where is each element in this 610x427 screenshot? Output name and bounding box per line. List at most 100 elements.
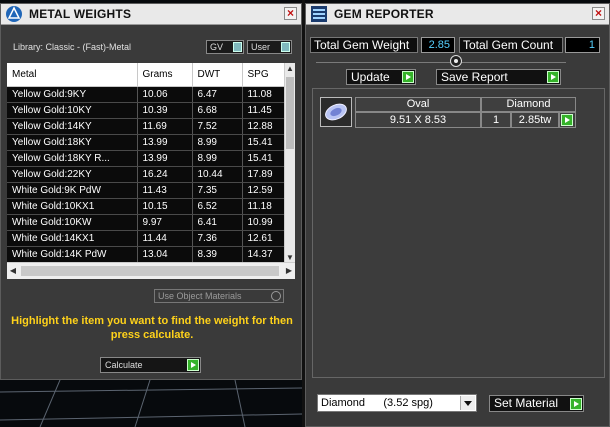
metal-name-cell: White Gold:14KX1 — [7, 230, 138, 247]
metal-weights-titlebar: METAL WEIGHTS × — [1, 4, 301, 25]
metal-table-header: Metal Grams DWT SPG — [7, 63, 286, 87]
user-toggle[interactable]: User — [247, 40, 292, 54]
slider-knob[interactable] — [450, 55, 462, 67]
gem-count-value: 1 — [481, 112, 511, 128]
total-gem-weight-label: Total Gem Weight — [310, 37, 418, 53]
metal-name-cell: Yellow Gold:18KY — [7, 134, 138, 151]
dwt-cell: 8.99 — [192, 134, 243, 151]
metal-row[interactable]: Yellow Gold:10KY 10.39 6.68 11.45 — [7, 102, 286, 119]
dwt-cell: 7.35 — [192, 182, 243, 199]
spg-cell: 17.89 — [242, 166, 286, 183]
grams-cell: 10.39 — [137, 102, 193, 119]
metal-table-horizontal-scrollbar[interactable]: ◀ ▶ — [7, 262, 295, 279]
grams-cell: 10.15 — [137, 198, 193, 215]
metal-weights-icon — [6, 6, 22, 22]
user-toggle-switch — [281, 42, 290, 52]
metal-row[interactable]: Yellow Gold:22KY 16.24 10.44 17.89 — [7, 166, 286, 183]
dwt-cell: 6.52 — [192, 198, 243, 215]
spg-cell: 10.99 — [242, 214, 286, 231]
column-header-dwt[interactable]: DWT — [192, 63, 243, 87]
metal-row[interactable]: Yellow Gold:18KY 13.99 8.99 15.41 — [7, 134, 286, 151]
column-header-metal[interactable]: Metal — [7, 63, 138, 87]
grams-cell: 10.06 — [137, 86, 193, 103]
total-gem-count-label: Total Gem Count — [459, 37, 563, 53]
metal-row[interactable]: Yellow Gold:9KY 10.06 6.47 11.08 — [7, 86, 286, 103]
use-object-materials-radio-icon — [271, 291, 281, 301]
spg-cell: 12.61 — [242, 230, 286, 247]
chevron-down-icon — [460, 396, 475, 410]
gv-toggle-label: GV — [210, 42, 224, 52]
total-gem-weight-value: 2.85 — [421, 37, 455, 53]
gem-shape-header: Oval — [355, 97, 481, 112]
dwt-cell: 7.52 — [192, 118, 243, 135]
grams-cell: 13.99 — [137, 134, 193, 151]
metal-row[interactable]: White Gold:9K PdW 11.43 7.35 12.59 — [7, 182, 286, 199]
material-select[interactable]: Diamond (3.52 spg) — [317, 394, 477, 412]
grams-cell: 11.69 — [137, 118, 193, 135]
set-material-play-icon — [570, 398, 582, 410]
metal-row[interactable]: White Gold:10KX1 10.15 6.52 11.18 — [7, 198, 286, 215]
dwt-cell: 6.47 — [192, 86, 243, 103]
dwt-cell: 6.68 — [192, 102, 243, 119]
spg-cell: 11.18 — [242, 198, 286, 215]
column-header-spg[interactable]: SPG — [242, 63, 286, 87]
gem-reporter-title: GEM REPORTER — [334, 7, 434, 21]
gem-reporter-titlebar: GEM REPORTER × — [306, 4, 609, 25]
metal-row[interactable]: White Gold:14K PdW 13.04 8.39 14.37 — [7, 246, 286, 263]
save-report-label: Save Report — [441, 70, 508, 84]
gv-toggle[interactable]: GV — [206, 40, 244, 54]
metal-row[interactable]: Yellow Gold:18KY R... 13.99 8.99 15.41 — [7, 150, 286, 167]
use-object-materials-checkbox[interactable]: Use Object Materials — [154, 289, 284, 303]
metal-table-vertical-scrollbar[interactable]: ▲ ▼ — [284, 63, 295, 263]
scroll-up-arrow-icon[interactable]: ▲ — [285, 64, 295, 73]
oval-gem-icon — [325, 103, 347, 121]
grams-cell: 13.04 — [137, 246, 193, 263]
viewport-grid-background — [0, 380, 302, 427]
gem-material-header: Diamond — [481, 97, 576, 112]
horizontal-scroll-thumb[interactable] — [21, 266, 279, 276]
scroll-right-arrow-icon[interactable]: ▶ — [284, 266, 294, 275]
library-label: Library: Classic - (Fast)-Metal — [13, 42, 132, 52]
dwt-cell: 6.41 — [192, 214, 243, 231]
metal-row[interactable]: Yellow Gold:14KY 11.69 7.52 12.88 — [7, 118, 286, 135]
spg-cell: 15.41 — [242, 150, 286, 167]
dwt-cell: 10.44 — [192, 166, 243, 183]
user-toggle-label: User — [251, 42, 271, 52]
total-gem-count-value: 1 — [565, 37, 600, 53]
metal-row[interactable]: White Gold:14KX1 11.44 7.36 12.61 — [7, 230, 286, 247]
metal-row[interactable]: White Gold:10KW 9.97 6.41 10.99 — [7, 214, 286, 231]
metal-table: Metal Grams DWT SPG Yellow Gold:9KY 10.06… — [7, 63, 295, 279]
gem-select-play-icon — [561, 114, 573, 126]
gem-reporter-icon — [311, 6, 327, 22]
save-report-play-icon — [547, 71, 559, 83]
grams-cell: 11.43 — [137, 182, 193, 199]
calculate-play-icon — [187, 359, 199, 371]
help-text: Highlight the item you want to find the … — [11, 315, 293, 341]
scroll-left-arrow-icon[interactable]: ◀ — [8, 266, 18, 275]
update-play-icon — [402, 71, 414, 83]
spg-cell: 12.88 — [242, 118, 286, 135]
metal-name-cell: Yellow Gold:18KY R... — [7, 150, 138, 167]
metal-weights-close-button[interactable]: × — [284, 7, 297, 20]
spg-cell: 14.37 — [242, 246, 286, 263]
scroll-down-arrow-icon[interactable]: ▼ — [285, 253, 295, 262]
vertical-scroll-thumb[interactable] — [286, 77, 294, 149]
gem-reporter-close-button[interactable]: × — [592, 7, 605, 20]
set-material-button[interactable]: Set Material — [489, 395, 584, 412]
update-button[interactable]: Update — [346, 69, 416, 85]
use-object-materials-label: Use Object Materials — [158, 291, 242, 301]
grams-cell: 9.97 — [137, 214, 193, 231]
gem-select-button[interactable] — [559, 112, 576, 128]
slider-track — [316, 62, 566, 63]
set-material-label: Set Material — [494, 396, 559, 410]
dwt-cell: 8.39 — [192, 246, 243, 263]
update-label: Update — [351, 70, 390, 84]
grams-cell: 13.99 — [137, 150, 193, 167]
column-header-grams[interactable]: Grams — [137, 63, 193, 87]
gem-reporter-panel: GEM REPORTER × Total Gem Weight 2.85 Tot… — [305, 3, 610, 427]
dwt-cell: 8.99 — [192, 150, 243, 167]
save-report-button[interactable]: Save Report — [436, 69, 561, 85]
calculate-label: Calculate — [105, 360, 143, 370]
calculate-button[interactable]: Calculate — [100, 357, 201, 373]
gem-thumbnail[interactable] — [320, 97, 352, 127]
